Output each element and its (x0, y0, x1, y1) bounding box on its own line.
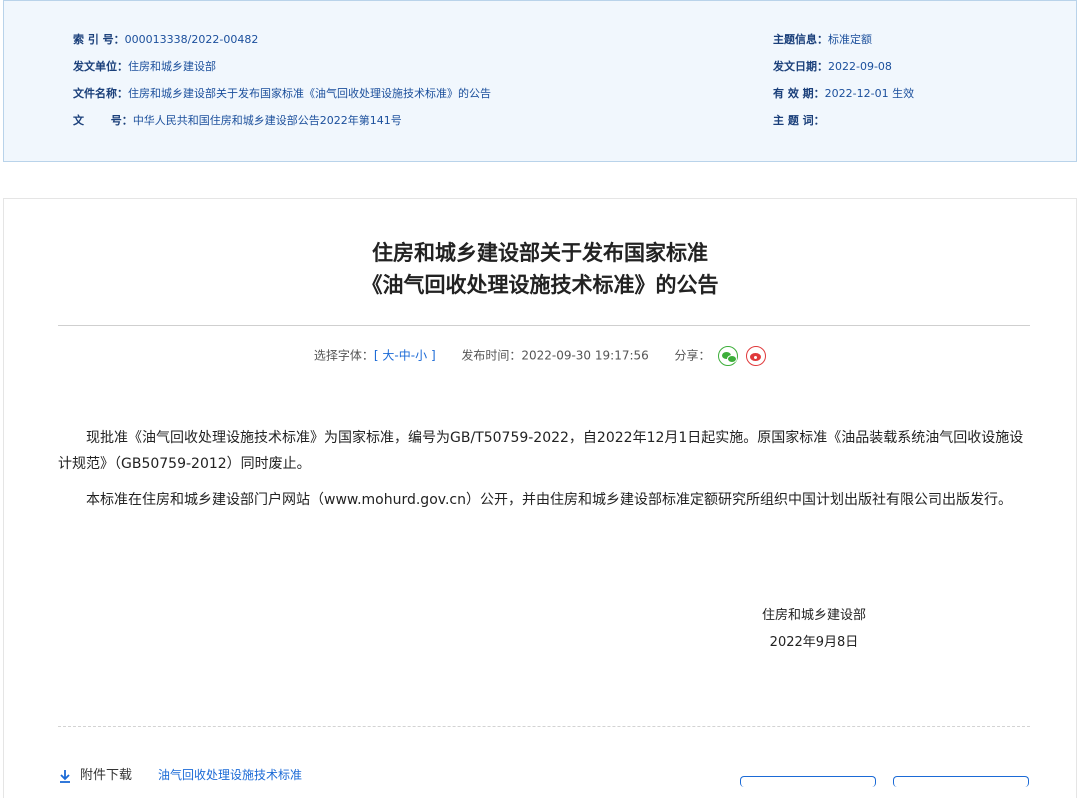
meta-validity-label: 有 效 期： (773, 87, 825, 100)
meta-date-label: 发文日期： (773, 60, 828, 73)
article-info-bar: 选择字体：[ 大-中-小 ] 发布时间：2022-09-30 19:17:56 … (4, 346, 1076, 366)
meta-keywords: 主 题 词： (773, 112, 825, 128)
wechat-icon[interactable] (718, 346, 739, 366)
meta-index-value: 000013338/2022-00482 (124, 33, 259, 46)
bracket-open: [ (373, 348, 379, 363)
attachment-row: 附件下载 油气回收处理设施技术标准 (58, 764, 302, 783)
article-paragraph-2: 本标准在住房和城乡建设部门户网站（www.mohurd.gov.cn）公开，并由… (86, 492, 1012, 508)
font-size-small-link[interactable]: 小 (415, 349, 427, 363)
article-title-line1: 住房和城乡建设部关于发布国家标准 (372, 241, 708, 265)
bracket-close: ] (430, 348, 436, 363)
bottom-button-2[interactable] (893, 776, 1029, 787)
download-arrow-icon (60, 769, 70, 783)
meta-docno: 文 号：中华人民共和国住房和城乡建设部公告2022年第141号 (73, 112, 402, 128)
meta-keywords-label: 主 题 词： (773, 114, 825, 127)
meta-issuer-label: 发文单位： (73, 60, 128, 73)
article-paragraph-1: 现批准《油气回收处理设施技术标准》为国家标准，编号为GB/T50759-2022… (58, 430, 1024, 472)
article-title: 住房和城乡建设部关于发布国家标准 《油气回收处理设施技术标准》的公告 (4, 237, 1076, 301)
bottom-button-1[interactable] (740, 776, 876, 787)
meta-date: 发文日期：2022-09-08 (773, 58, 892, 74)
attachment-link[interactable]: 油气回收处理设施技术标准 (158, 768, 302, 782)
meta-docno-label: 文 号： (73, 114, 133, 127)
attachment-divider (58, 726, 1030, 727)
meta-issuer-value: 住房和城乡建设部 (128, 60, 216, 73)
meta-index: 索 引 号：000013338/2022-00482 (73, 31, 258, 47)
meta-docno-value: 中华人民共和国住房和城乡建设部公告2022年第141号 (132, 114, 402, 127)
publish-time-value: 2022-09-30 19:17:56 (521, 348, 649, 363)
meta-validity-value: 2022-12-01 生效 (824, 87, 915, 100)
signature-date: 2022年9月8日 (769, 635, 859, 650)
document-meta-box: 索 引 号：000013338/2022-00482 发文单位：住房和城乡建设部… (3, 0, 1077, 162)
font-size-large-link[interactable]: 大 (382, 349, 394, 363)
font-size-medium-link[interactable]: 中 (399, 349, 411, 363)
meta-date-value: 2022-09-08 (828, 60, 892, 73)
meta-index-label: 索 引 号： (73, 33, 125, 46)
meta-topic-value: 标准定额 (828, 33, 872, 46)
meta-filename-value: 住房和城乡建设部关于发布国家标准《油气回收处理设施技术标准》的公告 (128, 87, 491, 100)
article-title-line2: 《油气回收处理设施技术标准》的公告 (361, 273, 719, 297)
publish-time-label: 发布时间： (461, 348, 522, 363)
meta-topic: 主题信息：标准定额 (773, 31, 872, 47)
signature-issuer: 住房和城乡建设部 (761, 608, 866, 623)
meta-filename-label: 文件名称： (73, 87, 128, 100)
meta-filename: 文件名称：住房和城乡建设部关于发布国家标准《油气回收处理设施技术标准》的公告 (73, 85, 491, 101)
article-container: 住房和城乡建设部关于发布国家标准 《油气回收处理设施技术标准》的公告 选择字体：… (3, 198, 1077, 798)
meta-validity: 有 效 期：2022-12-01 生效 (773, 85, 914, 101)
meta-issuer: 发文单位：住房和城乡建设部 (73, 58, 216, 74)
weibo-icon[interactable] (746, 346, 767, 366)
article-body: 现批准《油气回收处理设施技术标准》为国家标准，编号为GB/T50759-2022… (58, 425, 1032, 523)
meta-topic-label: 主题信息： (773, 33, 828, 46)
share-label: 分享： (674, 348, 711, 363)
font-size-label: 选择字体： (313, 348, 374, 363)
title-divider (58, 325, 1030, 326)
